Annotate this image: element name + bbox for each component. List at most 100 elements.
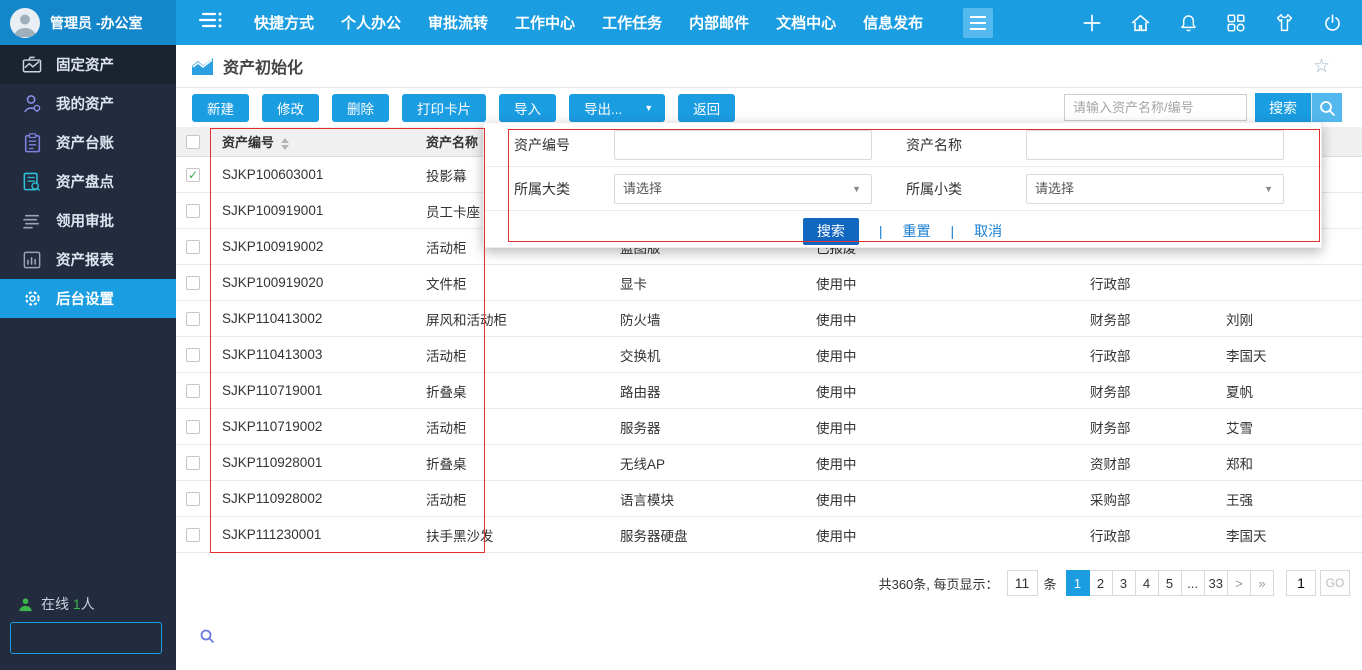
select-all-checkbox[interactable] (186, 135, 200, 149)
plus-icon[interactable] (1080, 11, 1104, 35)
sidebar-search-icon[interactable] (199, 628, 215, 649)
goto-page-input[interactable] (1286, 570, 1316, 596)
toolbar-button[interactable]: 导入▼ (499, 94, 556, 122)
menu-toggle-icon[interactable] (963, 8, 993, 38)
titlebar: 资产初始化 ☆ (176, 45, 1362, 88)
page-button[interactable]: 1 (1066, 570, 1090, 596)
user-avatar-icon[interactable] (10, 8, 40, 38)
search-button[interactable]: 搜索 (1255, 93, 1311, 122)
row-checkbox[interactable] (186, 456, 200, 470)
toolbar-button[interactable]: 返回▼ (678, 94, 735, 122)
topbar-menu-item[interactable]: 内部邮件 (689, 12, 749, 33)
online-status: 在线 1人 (18, 594, 95, 614)
sidebar-item-icon (22, 94, 42, 114)
sidebar-item[interactable]: 资产台账 (0, 123, 176, 162)
sidebar-item-label: 资产台账 (56, 132, 114, 153)
cell-department: 财务部 (1078, 417, 1214, 437)
table-row[interactable]: SJKP110928002 活动柜 语言模块 使用中 采购部 王强 (176, 481, 1362, 517)
page-button[interactable]: > (1227, 570, 1251, 596)
cell-asset-name2: 防火墙 (608, 309, 804, 329)
page-button[interactable]: ... (1181, 570, 1205, 596)
sort-icon[interactable] (281, 138, 289, 150)
row-checkbox[interactable] (186, 492, 200, 506)
nav-list-icon[interactable] (198, 9, 224, 36)
sidebar-item[interactable]: 固定资产 (0, 45, 176, 84)
filter-reset-button[interactable]: 重置 (903, 221, 931, 241)
page-button[interactable]: 2 (1089, 570, 1113, 596)
asset-search-input[interactable] (1064, 94, 1247, 121)
table-row[interactable]: SJKP100919020 文件柜 显卡 使用中 行政部 (176, 265, 1362, 301)
cell-asset-id: SJKP110413002 (210, 311, 414, 326)
cell-asset-name2: 显卡 (608, 273, 804, 293)
table-row[interactable]: SJKP110413003 活动柜 交换机 使用中 行政部 李国天 (176, 337, 1362, 373)
pagination: 共360条, 每页显示： 11 条 1 2 3 4 5 ... 33 > » G… (879, 569, 1350, 597)
power-icon[interactable] (1320, 11, 1344, 35)
table-row[interactable]: SJKP110928001 折叠桌 无线AP 使用中 资财部 郑和 (176, 445, 1362, 481)
filter-cancel-button[interactable]: 取消 (974, 221, 1002, 241)
table-row[interactable]: SJKP111230001 扶手黑沙发 服务器硬盘 使用中 行政部 李国天 (176, 517, 1362, 553)
grid-icon[interactable] (1224, 11, 1248, 35)
sidebar-item[interactable]: 资产报表 (0, 240, 176, 279)
home-icon[interactable] (1128, 11, 1152, 35)
topbar-menu-item[interactable]: 信息发布 (863, 12, 923, 33)
cell-asset-name: 扶手黑沙发 (414, 525, 608, 545)
toolbar-button[interactable]: 打印卡片▼ (402, 94, 486, 122)
page-size-box[interactable]: 11 (1007, 570, 1038, 596)
cell-asset-name: 活动柜 (414, 417, 608, 437)
toolbar-button[interactable]: 导出...▼ (569, 94, 665, 122)
sidebar-item[interactable]: 我的资产 (0, 84, 176, 123)
row-checkbox[interactable] (186, 420, 200, 434)
page-button[interactable]: » (1250, 570, 1274, 596)
topbar-menu-item[interactable]: 文档中心 (776, 12, 836, 33)
cell-status: 使用中 (804, 381, 1078, 401)
user-block[interactable]: 管理员 -办公室 (0, 0, 176, 45)
user-name: 管理员 -办公室 (50, 13, 143, 33)
major-category-select[interactable]: 请选择▼ (614, 174, 872, 204)
topbar-menu-item[interactable]: 工作任务 (602, 12, 662, 33)
cell-asset-name: 活动柜 (414, 345, 608, 365)
row-checkbox[interactable] (186, 348, 200, 362)
row-checkbox[interactable] (186, 168, 200, 182)
go-button[interactable]: GO (1320, 570, 1350, 596)
row-checkbox[interactable] (186, 528, 200, 542)
topbar-menu-item[interactable]: 个人办公 (341, 12, 401, 33)
cell-status: 使用中 (804, 417, 1078, 437)
cell-department: 行政部 (1078, 345, 1214, 365)
table-row[interactable]: SJKP110719001 折叠桌 路由器 使用中 财务部 夏帆 (176, 373, 1362, 409)
bell-icon[interactable] (1176, 11, 1200, 35)
cell-status: 使用中 (804, 309, 1078, 329)
topbar-menu: 快捷方式 个人办公 审批流转 工作中心 工作任务 内部邮件 文档中心 信息发布 (254, 12, 923, 33)
favorite-star-icon[interactable]: ☆ (1313, 55, 1330, 78)
row-checkbox[interactable] (186, 312, 200, 326)
sidebar-item[interactable]: 后台设置 (0, 279, 176, 318)
page-button[interactable]: 3 (1112, 570, 1136, 596)
table-row[interactable]: SJKP110719002 活动柜 服务器 使用中 财务部 艾雪 (176, 409, 1362, 445)
shirt-icon[interactable] (1272, 11, 1296, 35)
column-header-asset-id[interactable]: 资产编号 (210, 132, 414, 151)
row-checkbox[interactable] (186, 240, 200, 254)
row-checkbox[interactable] (186, 276, 200, 290)
toolbar-button[interactable]: 删除▼ (332, 94, 389, 122)
minor-category-select[interactable]: 请选择▼ (1026, 174, 1284, 204)
search-magnifier-icon[interactable] (1311, 93, 1342, 122)
cell-asset-name2: 语言模块 (608, 489, 804, 509)
topbar-menu-item[interactable]: 审批流转 (428, 12, 488, 33)
sidebar-item-icon (22, 289, 42, 309)
sidebar-item[interactable]: 领用审批 (0, 201, 176, 240)
row-checkbox[interactable] (186, 204, 200, 218)
sidebar-search-input[interactable] (11, 623, 199, 653)
filter-asset-id-input[interactable] (614, 130, 872, 160)
page-button[interactable]: 33 (1204, 570, 1228, 596)
sidebar-item[interactable]: 资产盘点 (0, 162, 176, 201)
filter-asset-name-input[interactable] (1026, 130, 1284, 160)
page-button[interactable]: 4 (1135, 570, 1159, 596)
toolbar-button[interactable]: 修改▼ (262, 94, 319, 122)
topbar-menu-item[interactable]: 工作中心 (515, 12, 575, 33)
table-row[interactable]: SJKP110413002 屏风和活动柜 防火墙 使用中 财务部 刘刚 (176, 301, 1362, 337)
row-checkbox[interactable] (186, 384, 200, 398)
toolbar-button[interactable]: 新建▼ (192, 94, 249, 122)
filter-search-button[interactable]: 搜索 (803, 218, 859, 245)
cell-status: 使用中 (804, 345, 1078, 365)
page-button[interactable]: 5 (1158, 570, 1182, 596)
topbar-menu-item[interactable]: 快捷方式 (254, 12, 314, 33)
